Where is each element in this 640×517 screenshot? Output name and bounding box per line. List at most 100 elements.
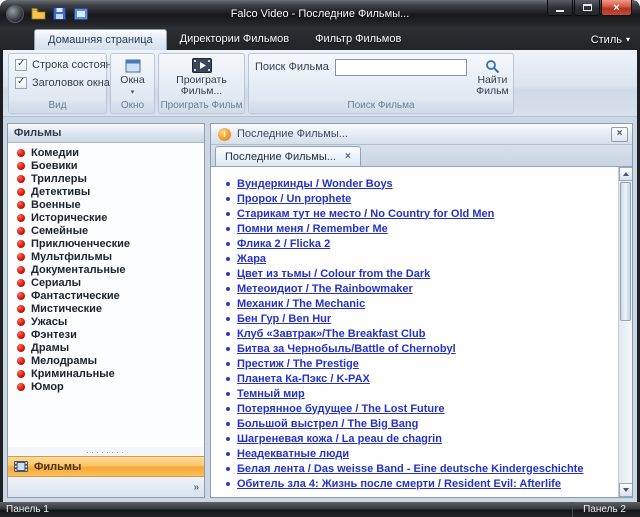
movie-link[interactable]: Старикам тут не место / No Country for O… xyxy=(237,208,494,220)
list-bullet-icon xyxy=(226,437,230,441)
content-panel-header: Последние Фильмы... × xyxy=(211,124,632,145)
open-folder-icon[interactable] xyxy=(30,5,47,22)
movie-list-item: Бен Гур / Ben Hur xyxy=(224,311,610,326)
film-icon[interactable] xyxy=(72,5,89,22)
document-tab[interactable]: Последние Фильмы... × xyxy=(215,146,361,166)
genre-item[interactable]: Документальные xyxy=(8,263,204,276)
genre-item[interactable]: Комедии xyxy=(8,146,204,159)
windowtitle-checkbox-row[interactable]: Заголовок окна xyxy=(15,77,110,89)
movie-link[interactable]: Битва за Чернобыль/Battle of Chernobyl xyxy=(237,343,456,355)
movie-link[interactable]: Пророк / Un prophete xyxy=(237,193,351,205)
list-bullet-icon xyxy=(226,182,230,186)
genre-item[interactable]: Криминальные xyxy=(8,367,204,380)
genre-item[interactable]: Детективы xyxy=(8,185,204,198)
movie-link[interactable]: Клуб «Завтрак»/The Breakfast Club xyxy=(237,328,425,340)
genre-item[interactable]: Драмы xyxy=(8,341,204,354)
statusbar-checkbox-row[interactable]: Строка состояния xyxy=(15,59,124,71)
maximize-button[interactable] xyxy=(574,0,600,16)
genre-tree: Комедии Боевики Триллеры xyxy=(8,143,204,447)
style-menu[interactable]: Стиль ▾ xyxy=(591,29,630,50)
movie-link[interactable]: Цвет из тьмы / Colour from the Dark xyxy=(237,268,430,280)
scroll-up-button[interactable] xyxy=(619,167,632,181)
content-panel-title: Последние Фильмы... xyxy=(237,128,605,140)
genre-bullet-icon xyxy=(17,279,25,287)
vertical-scrollbar[interactable] xyxy=(618,167,632,497)
movie-link[interactable]: Флика 2 / Flicka 2 xyxy=(237,238,330,250)
scroll-down-button[interactable] xyxy=(619,483,632,497)
genre-bullet-icon xyxy=(17,214,25,222)
movie-search-input[interactable] xyxy=(335,59,467,76)
movie-link[interactable]: Вундеркинды / Wonder Boys xyxy=(237,178,393,190)
genre-item[interactable]: Семейные xyxy=(8,224,204,237)
movie-link[interactable]: Механик / The Mechanic xyxy=(237,298,365,310)
movie-link[interactable]: Жара xyxy=(237,253,266,265)
movie-link[interactable]: Неадекватные люди xyxy=(237,448,349,460)
movie-link[interactable]: Темный мир xyxy=(237,388,305,400)
movie-link[interactable]: Планета Ка-Пэкс / K-PAX xyxy=(237,373,370,385)
genre-bullet-icon xyxy=(17,383,25,391)
movie-link[interactable]: Престиж / The Prestige xyxy=(237,358,359,370)
sidebar-splitter-handle[interactable]: ········ xyxy=(8,447,204,456)
genre-item[interactable]: Мультфильмы xyxy=(8,250,204,263)
genre-item[interactable]: Мистические xyxy=(8,302,204,315)
tab-movie-filter[interactable]: Фильтр Фильмов xyxy=(302,29,414,50)
ribbon-group-window: Окна ▾ Окно xyxy=(110,53,155,114)
movie-list-item: Неадекватные люди xyxy=(224,446,610,461)
list-bullet-icon xyxy=(226,242,230,246)
checkbox-checked-icon[interactable] xyxy=(15,59,27,71)
genre-bullet-icon xyxy=(17,175,25,183)
movie-link[interactable]: Шагреневая кожа / La peau de chagrin xyxy=(237,433,442,445)
genre-item[interactable]: Приключенческие xyxy=(8,237,204,250)
movie-link[interactable]: Бен Гур / Ben Hur xyxy=(237,313,331,325)
ribbon: Строка состояния Заголовок окна Вид Окна… xyxy=(3,50,637,117)
movie-list-item: Жара xyxy=(224,251,610,266)
genre-item[interactable]: Юмор xyxy=(8,380,204,393)
genre-item[interactable]: Фантастические xyxy=(8,289,204,302)
list-bullet-icon xyxy=(226,362,230,366)
movie-link[interactable]: Метеоидиот / The Rainbowmaker xyxy=(237,283,413,295)
genre-item[interactable]: Мелодрамы xyxy=(8,354,204,367)
group-caption-view: Вид xyxy=(9,100,106,113)
genre-bullet-icon xyxy=(17,331,25,339)
genre-bullet-icon xyxy=(17,344,25,352)
movie-link[interactable]: Помни меня / Remember Me xyxy=(237,223,388,235)
genre-item[interactable]: Ужасы xyxy=(8,315,204,328)
minimize-button[interactable] xyxy=(547,0,573,16)
list-bullet-icon xyxy=(226,482,230,486)
list-bullet-icon xyxy=(226,347,230,351)
movie-link[interactable]: Большой выстрел / The Big Bang xyxy=(237,418,418,430)
movie-list: Вундеркинды / Wonder Boys Пророк / Un pr… xyxy=(211,167,632,491)
movie-link[interactable]: Белая лента / Das weisse Band - Eine deu… xyxy=(237,463,583,475)
windowtitle-checkbox-label: Заголовок окна xyxy=(32,77,110,89)
genre-item[interactable]: Военные xyxy=(8,198,204,211)
windows-button[interactable]: Окна ▾ xyxy=(111,54,154,100)
movie-list-item: Битва за Чернобыль/Battle of Chernobyl xyxy=(224,341,610,356)
genre-item[interactable]: Фэнтези xyxy=(8,328,204,341)
configure-buttons-icon[interactable]: » xyxy=(193,482,199,493)
genre-label: Боевики xyxy=(31,160,78,172)
close-button[interactable]: × xyxy=(601,0,632,16)
genre-bullet-icon xyxy=(17,357,25,365)
tab-movie-directories[interactable]: Директории Фильмов xyxy=(167,29,302,50)
sidebar-films-bar[interactable]: Фильмы xyxy=(8,456,204,477)
genre-label: Триллеры xyxy=(31,173,87,185)
movie-link[interactable]: Потерянное будущее / The Lost Future xyxy=(237,403,445,415)
find-movie-button[interactable]: Найти Фильм xyxy=(476,58,509,97)
scrollbar-thumb[interactable] xyxy=(620,182,631,321)
checkbox-checked-icon[interactable] xyxy=(15,77,27,89)
tab-close-icon[interactable]: × xyxy=(345,151,351,162)
panel-close-button[interactable]: × xyxy=(611,127,628,142)
app-window: Falco Video - Последние Фильмы... × Дома… xyxy=(0,0,640,517)
play-movie-button[interactable]: Проиграть Фильм... xyxy=(159,54,244,100)
sidebar-films-bar-label: Фильмы xyxy=(34,461,81,473)
tab-home[interactable]: Домашняя страница xyxy=(34,29,167,50)
genre-item[interactable]: Триллеры xyxy=(8,172,204,185)
chevron-down-icon: ▾ xyxy=(131,88,135,96)
window-icon xyxy=(125,59,141,73)
genre-item[interactable]: Исторические xyxy=(8,211,204,224)
genre-item[interactable]: Боевики xyxy=(8,159,204,172)
movie-list-item: Помни меня / Remember Me xyxy=(224,221,610,236)
genre-item[interactable]: Сериалы xyxy=(8,276,204,289)
save-icon[interactable] xyxy=(51,5,68,22)
movie-link[interactable]: Обитель зла 4: Жизнь после смерти / Resi… xyxy=(237,478,561,490)
